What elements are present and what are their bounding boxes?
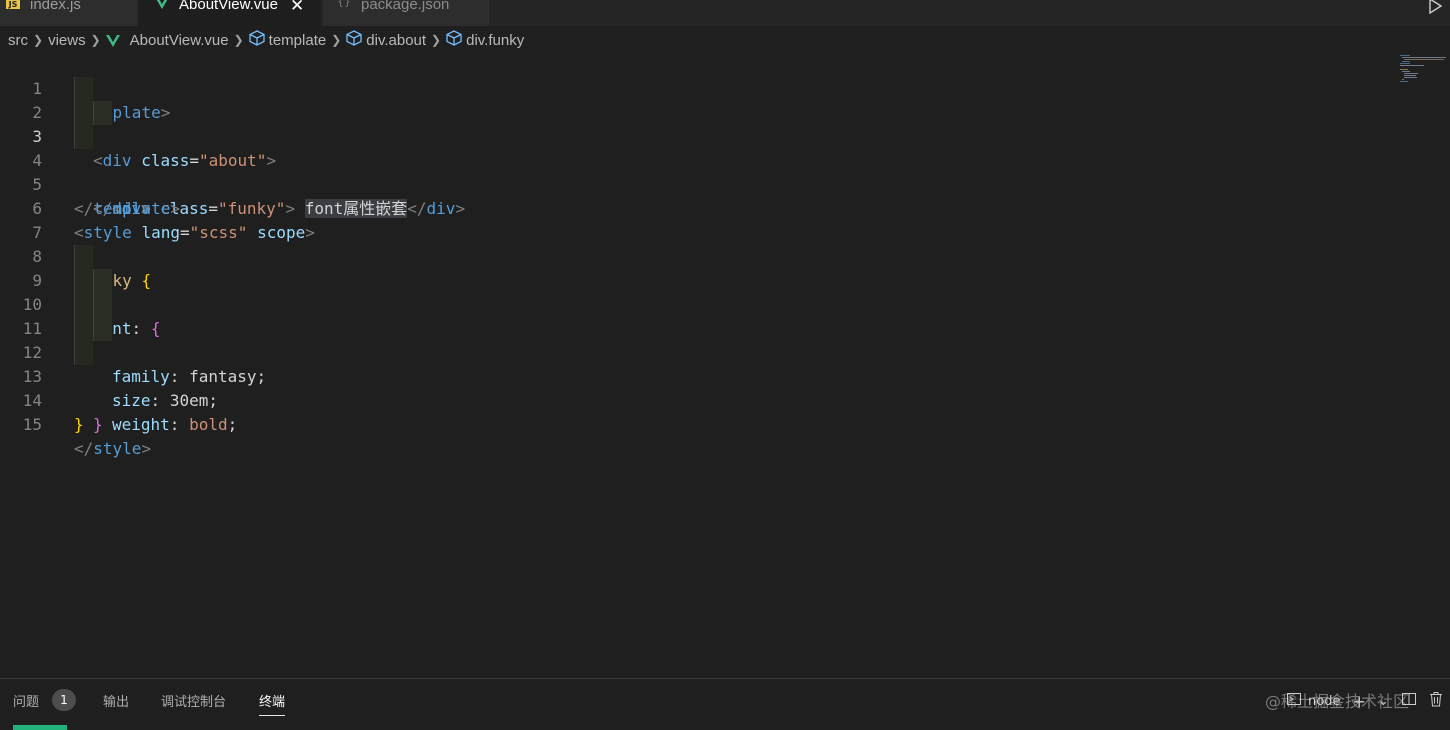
tab-index-js[interactable]: JS index.js: [0, 0, 137, 26]
indent-guide: [93, 317, 112, 341]
code-token: weight: [112, 415, 170, 434]
breadcrumb-template[interactable]: template: [269, 32, 327, 49]
chevron-right-icon: ❯: [233, 33, 244, 47]
code-line[interactable]: 5 </template>: [0, 149, 1390, 218]
code-token: ;: [227, 415, 238, 434]
indent-guide: [74, 341, 93, 365]
breadcrumb-div-funky[interactable]: div.funky: [466, 32, 524, 49]
tab-label: index.js: [30, 0, 81, 13]
chevron-right-icon: ❯: [33, 33, 44, 47]
tab-debug-console[interactable]: 调试控制台: [161, 691, 226, 710]
tab-bar: JS index.js AboutView.vue ✕ {} package.j…: [0, 0, 1450, 26]
code-line[interactable]: 7: [0, 197, 1390, 242]
tab-problems[interactable]: 问题: [13, 691, 39, 710]
indent-guide: [74, 293, 93, 317]
vue-file-icon: [155, 0, 169, 14]
split-terminal-icon[interactable]: [1401, 691, 1417, 711]
code-token: :: [169, 415, 180, 434]
code-token: </: [74, 439, 94, 458]
cube-icon: [346, 30, 362, 50]
minimap[interactable]: [1398, 53, 1450, 93]
line-number: 15: [22, 415, 42, 434]
indent-guide: [74, 77, 93, 101]
indent-guide: [93, 269, 112, 293]
indent-guide: [74, 125, 93, 149]
tab-label: package.json: [361, 0, 450, 13]
json-file-icon: {}: [337, 0, 351, 8]
add-terminal-button[interactable]: +: [1352, 692, 1365, 711]
run-icon[interactable]: [1428, 0, 1443, 18]
breadcrumb: src ❯ views ❯ AboutView.vue ❯ template ❯…: [0, 28, 524, 52]
bottom-panel: 问题 1 输出 调试控制台 终端 @稀土掘金技术社区 node + ⌄: [0, 678, 1450, 730]
terminal-controls: node + ⌄: [1286, 691, 1443, 711]
code-line[interactable]: 11 size: 30em;: [0, 293, 1390, 410]
close-icon[interactable]: ✕: [290, 0, 304, 16]
chevron-down-icon[interactable]: ⌄: [1378, 694, 1389, 709]
trash-icon[interactable]: [1429, 691, 1443, 711]
tab-terminal[interactable]: 终端: [259, 691, 286, 716]
code-line[interactable]: 1 <template>: [0, 53, 1390, 122]
terminal-output-strip: [13, 725, 67, 730]
tab-output[interactable]: 输出: [103, 691, 129, 710]
code-token: >: [141, 439, 152, 458]
vue-file-icon: [105, 32, 120, 49]
indent-guide: [93, 293, 112, 317]
code-line[interactable]: 12 weight: bold;: [0, 317, 1390, 434]
code-line-active[interactable]: 3 <div class="funky"> font属性嵌套</div>: [0, 101, 1390, 218]
code-token: }: [74, 415, 84, 434]
breadcrumb-div-about[interactable]: div.about: [366, 32, 426, 49]
indent-guide: [93, 101, 112, 125]
tab-package-json[interactable]: {} package.json: [323, 0, 489, 26]
code-line[interactable]: 10 family: fantasy;: [0, 269, 1390, 386]
indent-guide: [74, 245, 93, 269]
breadcrumb-src[interactable]: src: [8, 32, 28, 49]
code-token: bold: [189, 415, 228, 434]
code-token: style: [93, 439, 142, 458]
indent-guide: [74, 269, 93, 293]
problems-count-badge: 1: [52, 689, 76, 711]
code-line[interactable]: 8 .funky {: [0, 221, 1390, 290]
code-line[interactable]: 4 </div>: [0, 125, 1390, 218]
terminal-name[interactable]: node: [1308, 694, 1340, 709]
cube-icon: [249, 30, 265, 50]
breadcrumb-views[interactable]: views: [48, 32, 86, 49]
js-file-icon: JS: [6, 0, 20, 9]
indent-guide: [74, 317, 93, 341]
indent-guide: [74, 101, 93, 125]
code-line[interactable]: 6 <style lang="scss" scope>: [0, 173, 1390, 242]
code-line[interactable]: 2 <div class="about">: [0, 77, 1390, 170]
chevron-right-icon: ❯: [90, 33, 101, 47]
breadcrumb-file[interactable]: AboutView.vue: [130, 32, 229, 49]
chevron-right-icon: ❯: [331, 33, 342, 47]
code-line[interactable]: 14 }: [0, 365, 1390, 434]
code-editor[interactable]: 1 <template> 2 <div class="about"> 3 <di…: [0, 53, 1450, 677]
tab-aboutview-vue[interactable]: AboutView.vue ✕: [139, 0, 321, 26]
terminal-icon: [1286, 691, 1302, 711]
chevron-right-icon: ❯: [431, 33, 442, 47]
code-token: }: [93, 415, 103, 434]
code-line[interactable]: 15 </style>: [0, 389, 1390, 458]
tab-label: AboutView.vue: [179, 0, 278, 13]
code-line[interactable]: 13 }: [0, 341, 1390, 434]
code-line[interactable]: 9 font: {: [0, 245, 1390, 338]
cube-icon: [446, 30, 462, 50]
